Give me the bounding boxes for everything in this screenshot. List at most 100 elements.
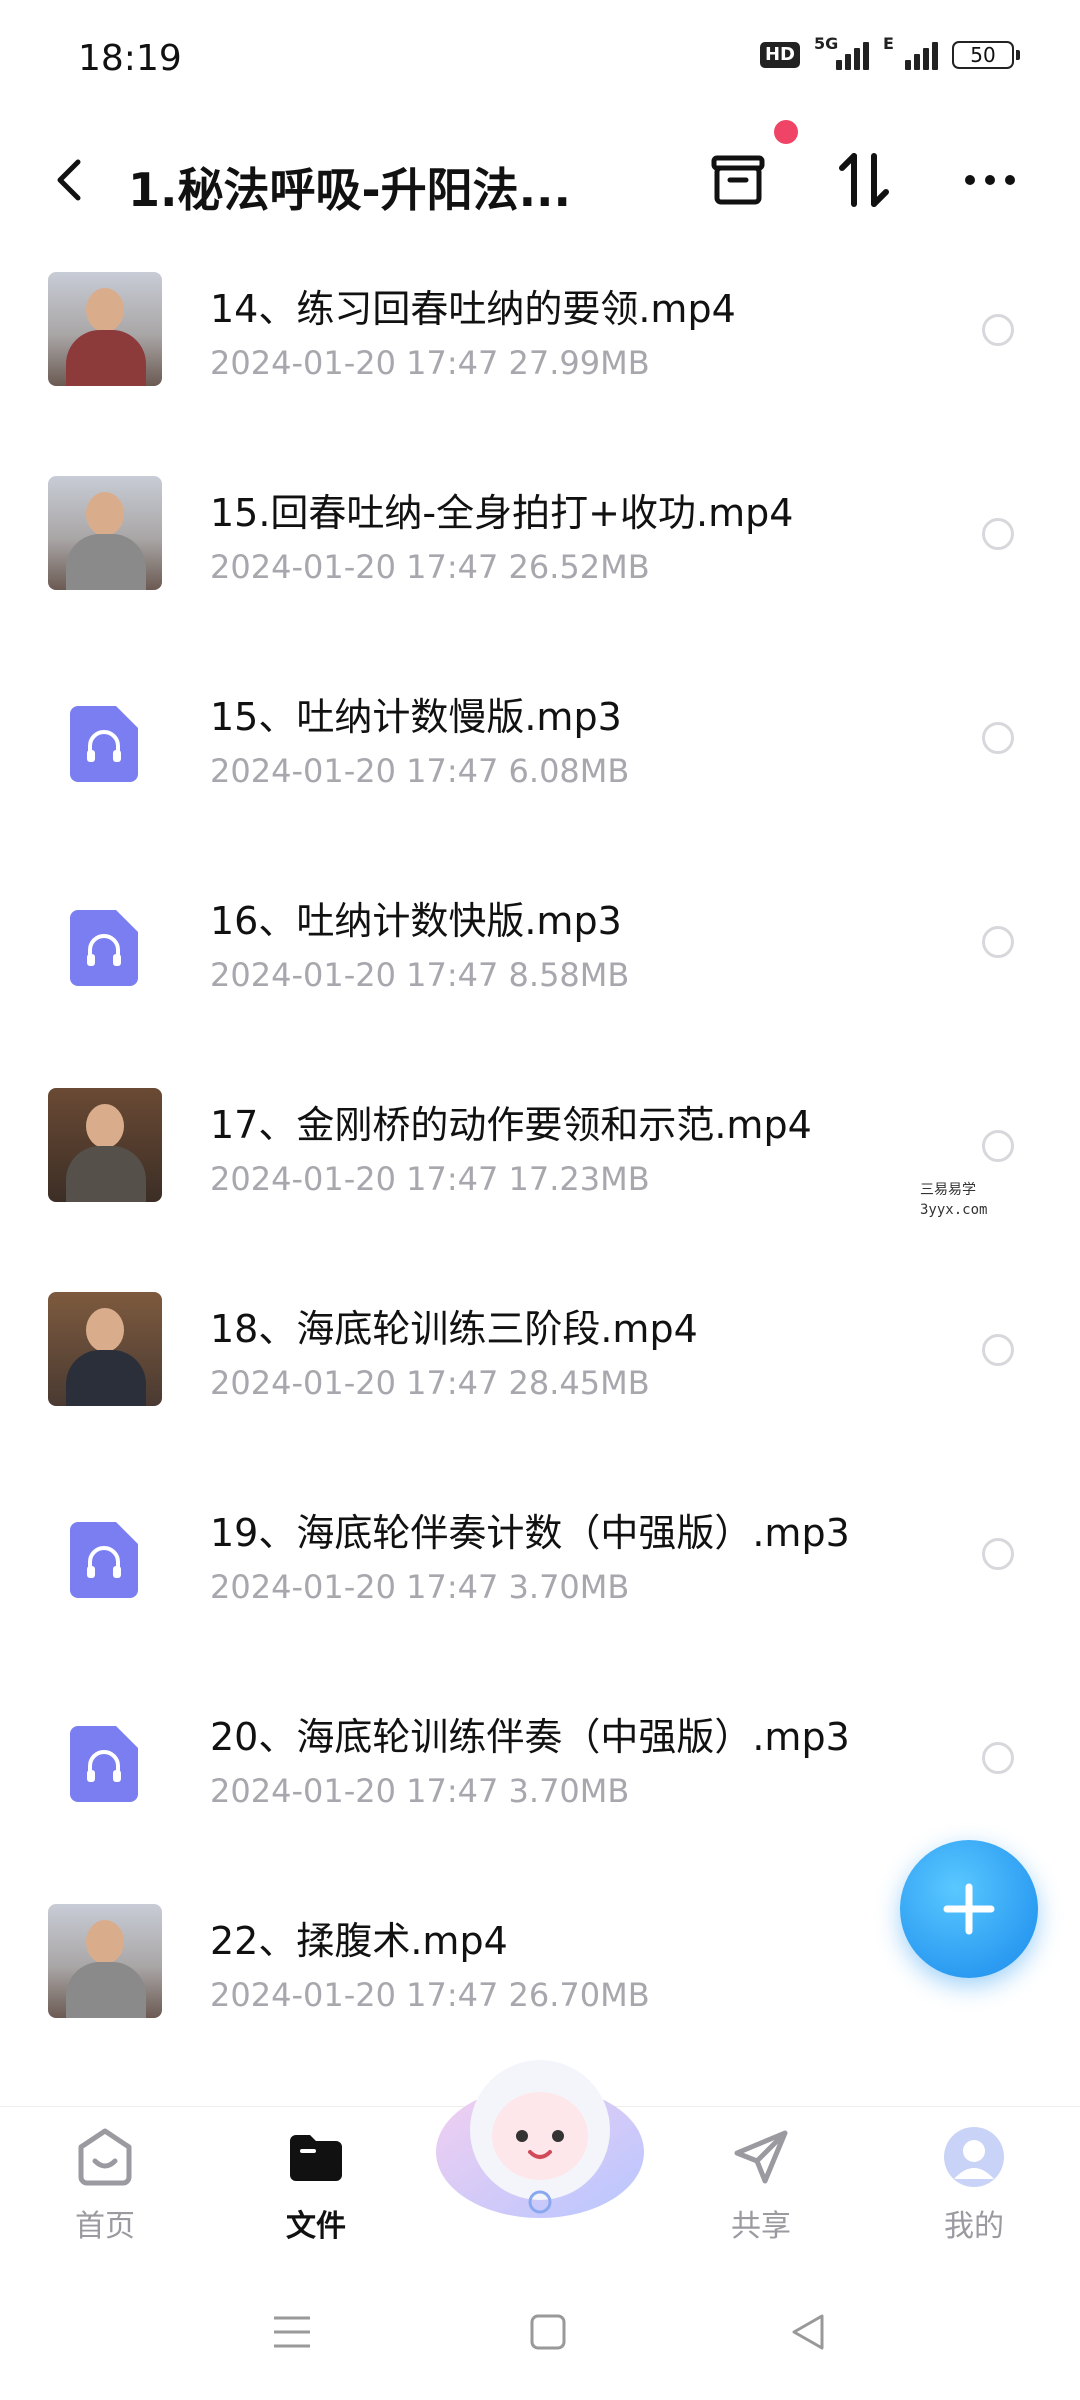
select-radio[interactable] [982,314,1014,346]
status-bar: 18:19 HD 5G E 50 [0,0,1080,120]
file-date: 2024-01-20 [210,1976,396,2014]
file-name: 19、海底轮伴奏计数（中强版）.mp3 [210,1511,850,1555]
folder-icon [290,2135,342,2181]
nav-home[interactable]: 首页 [35,2125,175,2265]
video-thumbnail [48,1088,162,1202]
file-meta: 2024-01-20 17:47 6.08MB [210,752,629,790]
file-row[interactable]: 14、练习回春吐纳的要领.mp4 2024-01-20 17:47 27.99M… [0,248,1080,452]
file-meta: 2024-01-20 17:47 26.70MB [210,1976,650,2014]
file-date: 2024-01-20 [210,344,396,382]
file-size: 6.08MB [508,752,630,790]
nav-share[interactable]: 共享 [691,2125,831,2265]
plus-icon [943,1883,995,1935]
file-name: 15、吐纳计数慢版.mp3 [210,695,622,739]
file-time: 17:47 [406,956,499,994]
home-square-icon[interactable] [526,2310,570,2354]
mascot-assistant-icon[interactable] [430,2040,650,2240]
file-size: 3.70MB [508,1568,630,1606]
file-row[interactable]: 15.回春吐纳-全身拍打+收功.mp4 2024-01-20 17:47 26.… [0,452,1080,656]
video-thumbnail [48,272,162,386]
select-radio[interactable] [982,1334,1014,1366]
file-row[interactable]: 19、海底轮伴奏计数（中强版）.mp3 2024-01-20 17:47 3.7… [0,1472,1080,1676]
file-date: 2024-01-20 [210,752,396,790]
select-radio[interactable] [982,926,1014,958]
file-row[interactable]: 16、吐纳计数快版.mp3 2024-01-20 17:47 8.58MB [0,860,1080,1064]
file-name: 16、吐纳计数快版.mp3 [210,899,622,943]
network-type-label-2: E [883,34,894,53]
file-row[interactable]: 18、海底轮训练三阶段.mp4 2024-01-20 17:47 28.45MB [0,1268,1080,1472]
file-row[interactable]: 20、海底轮训练伴奏（中强版）.mp3 2024-01-20 17:47 3.7… [0,1676,1080,1880]
file-time: 17:47 [406,344,499,382]
file-row[interactable]: 17、金刚桥的动作要领和示范.mp4 2024-01-20 17:47 17.2… [0,1064,1080,1268]
file-size: 26.52MB [508,548,650,586]
file-meta: 2024-01-20 17:47 17.23MB [210,1160,650,1198]
select-radio[interactable] [982,1130,1014,1162]
file-date: 2024-01-20 [210,1160,396,1198]
audio-file-icon [70,1726,138,1802]
file-name: 18、海底轮训练三阶段.mp4 [210,1307,698,1351]
file-date: 2024-01-20 [210,1772,396,1810]
more-options-icon[interactable] [958,148,1022,212]
select-radio[interactable] [982,518,1014,550]
file-time: 17:47 [406,548,499,586]
file-name: 14、练习回春吐纳的要领.mp4 [210,287,736,331]
video-thumbnail [48,476,162,590]
back-triangle-icon[interactable] [786,2310,830,2354]
nav-share-label: 共享 [731,2209,791,2244]
network-type-label: 5G [814,34,839,53]
watermark-line-2: 3yyx.com [920,1202,988,1218]
file-time: 17:47 [406,1772,499,1810]
file-date: 2024-01-20 [210,956,396,994]
file-meta: 2024-01-20 17:47 28.45MB [210,1364,650,1402]
select-radio[interactable] [982,1538,1014,1570]
file-meta: 2024-01-20 17:47 26.52MB [210,548,650,586]
file-size: 26.70MB [508,1976,650,2014]
video-thumbnail [48,1292,162,1406]
file-time: 17:47 [406,1976,499,2014]
file-time: 17:47 [406,1160,499,1198]
file-date: 2024-01-20 [210,548,396,586]
file-row[interactable]: 15、吐纳计数慢版.mp3 2024-01-20 17:47 6.08MB [0,656,1080,860]
watermark-line-1: 三易易学 [920,1182,976,1198]
menu-icon[interactable] [270,2310,314,2354]
hd-badge: HD [759,42,800,68]
select-radio[interactable] [982,1742,1014,1774]
file-time: 17:47 [406,1568,499,1606]
file-meta: 2024-01-20 17:47 8.58MB [210,956,629,994]
audio-file-icon [70,910,138,986]
top-app-bar: 1.秘法呼吸-升阳法... [0,120,1080,240]
add-button[interactable] [900,1840,1038,1978]
nav-files[interactable]: 文件 [246,2125,386,2265]
signal-e-icon: E [883,34,938,70]
battery-icon: 50 [952,41,1020,69]
file-size: 3.70MB [508,1772,630,1810]
watermark: 三易易学 3yyx.com [920,1180,987,1220]
sort-icon[interactable] [832,148,896,212]
notification-dot [774,120,798,144]
select-radio[interactable] [982,722,1014,754]
file-time: 17:47 [406,1364,499,1402]
system-navigation-bar [0,2266,1080,2400]
file-date: 2024-01-20 [210,1568,396,1606]
nav-home-label: 首页 [75,2209,135,2244]
file-size: 28.45MB [508,1364,650,1402]
send-icon [734,2130,788,2184]
battery-level: 50 [970,43,996,67]
back-arrow-icon[interactable] [50,150,90,210]
file-name: 22、揉腹术.mp4 [210,1919,508,1963]
nav-mine-label: 我的 [944,2209,1004,2244]
nav-mine[interactable]: 我的 [904,2125,1044,2265]
file-name: 15.回春吐纳-全身拍打+收功.mp4 [210,491,794,535]
file-time: 17:47 [406,752,499,790]
file-list: 14、练习回春吐纳的要领.mp4 2024-01-20 17:47 27.99M… [0,248,1080,2084]
avatar-icon [944,2127,1004,2187]
file-meta: 2024-01-20 17:47 27.99MB [210,344,650,382]
home-icon [78,2128,132,2186]
file-date: 2024-01-20 [210,1364,396,1402]
file-name: 17、金刚桥的动作要领和示范.mp4 [210,1103,812,1147]
status-time: 18:19 [78,38,182,79]
file-size: 27.99MB [508,344,650,382]
audio-file-icon [70,706,138,782]
archive-box-icon[interactable] [706,148,770,212]
file-meta: 2024-01-20 17:47 3.70MB [210,1568,629,1606]
